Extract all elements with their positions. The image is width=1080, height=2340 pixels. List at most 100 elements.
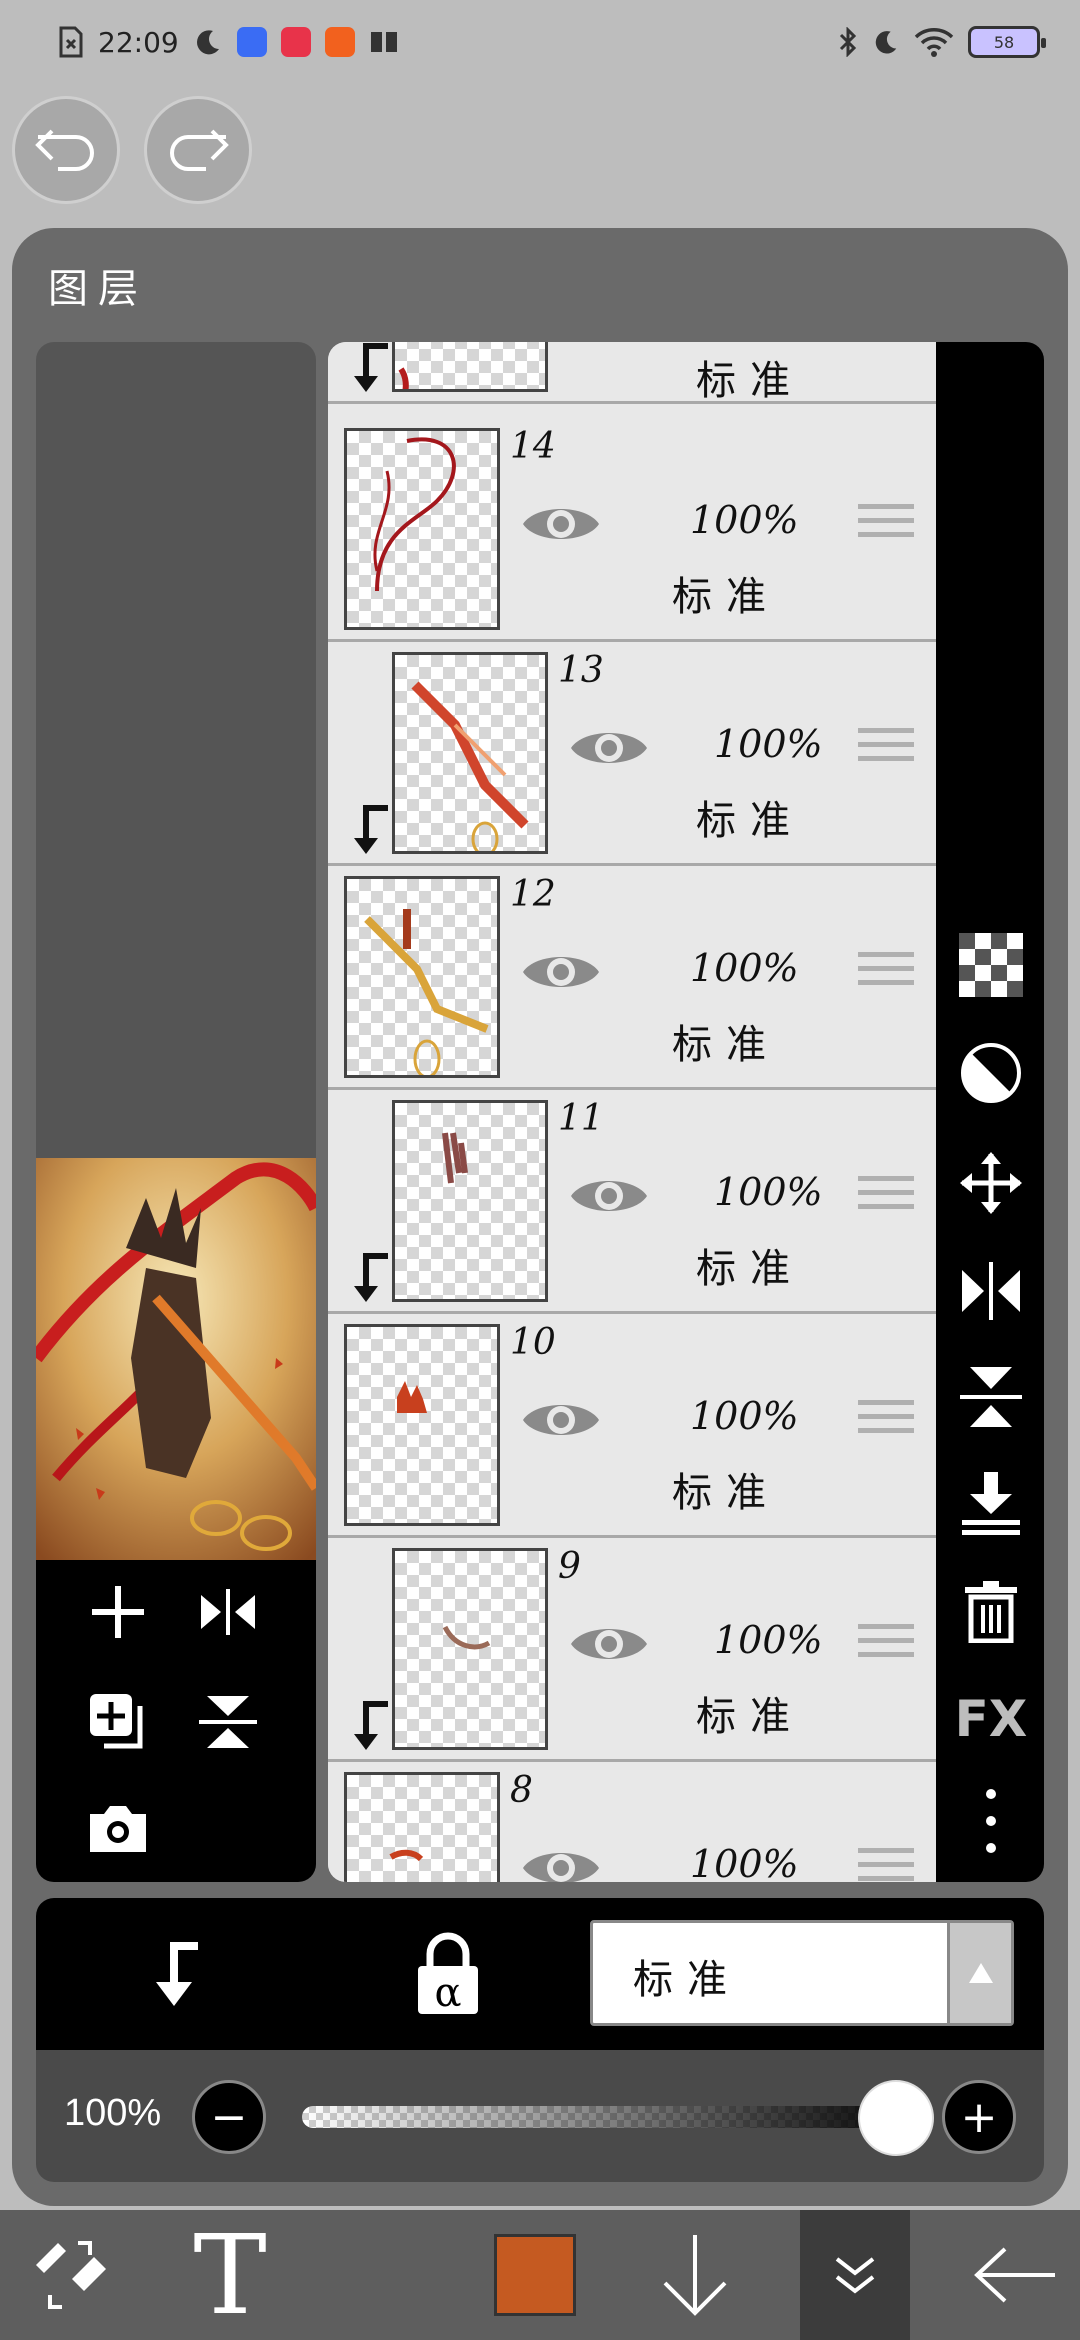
dnd-moon-icon <box>875 31 897 54</box>
layer-thumbnail[interactable] <box>344 428 500 630</box>
current-color-swatch <box>494 2234 576 2316</box>
layer-thumbnail[interactable] <box>344 876 500 1078</box>
visibility-eye-icon[interactable] <box>520 1840 602 1882</box>
delete-layer-button[interactable] <box>958 1578 1024 1644</box>
checker-icon <box>959 933 1023 997</box>
flip-horizontal-icon <box>201 1589 255 1635</box>
redo-button[interactable] <box>144 96 252 204</box>
layers-panel-toggle-button[interactable] <box>800 2210 910 2340</box>
layer-row[interactable]: 10 100% 标准 <box>328 1314 936 1538</box>
layer-opacity: 100% <box>690 946 799 990</box>
move-button[interactable] <box>958 1150 1024 1216</box>
drag-handle-icon[interactable] <box>858 504 914 552</box>
layer-list[interactable]: 标准 14 100% 标准 13 100% 标准 12 100% 标准 11 1… <box>328 342 936 1882</box>
undo-button[interactable] <box>12 96 120 204</box>
layer-row[interactable]: 13 100% 标准 <box>328 642 936 866</box>
drag-handle-icon[interactable] <box>858 1176 914 1224</box>
visibility-eye-icon[interactable] <box>568 1168 650 1224</box>
clipping-arrow-icon <box>354 343 388 392</box>
move-icon <box>960 1152 1022 1214</box>
orange-app-icon <box>324 27 355 57</box>
baidu-app-icon <box>236 27 267 57</box>
layer-thumbnail[interactable] <box>392 342 548 392</box>
layer-row[interactable]: 标准 <box>328 342 936 404</box>
copy-layer-button[interactable] <box>80 1684 156 1760</box>
clipping-arrow-icon <box>354 1253 388 1302</box>
layer-number: 8 <box>510 1770 533 1811</box>
duplicate-icon <box>90 1694 143 1749</box>
fx-icon: FX <box>954 1690 1028 1748</box>
opacity-decrease-button[interactable]: − <box>192 2080 266 2154</box>
fx-button[interactable]: FX <box>955 1686 1028 1752</box>
alpha-lock-icon: α <box>418 1932 478 2016</box>
canvas-preview-image[interactable] <box>36 1158 316 1560</box>
dropdown-arrow-icon[interactable] <box>947 1923 1011 2023</box>
download-button[interactable] <box>650 2210 740 2340</box>
layer-row[interactable]: 11 100% 标准 <box>328 1090 936 1314</box>
drag-handle-icon[interactable] <box>858 1400 914 1448</box>
flip-horizontal-icon <box>962 1262 1020 1320</box>
flip-vertical-icon <box>199 1696 257 1748</box>
visibility-eye-icon[interactable] <box>568 720 650 776</box>
layer-blend-mode: 标准 <box>672 1470 780 1516</box>
visibility-eye-icon[interactable] <box>568 1616 650 1672</box>
layer-opacity: 100% <box>690 1394 799 1438</box>
layer-tools-sidebar: FX <box>936 342 1044 1882</box>
color-picker-button[interactable] <box>490 2210 580 2340</box>
opacity-increase-button[interactable]: + <box>942 2080 1016 2154</box>
blend-mode-select[interactable]: 标准 <box>590 1920 1014 2026</box>
layer-row[interactable]: 12 100% 标准 <box>328 866 936 1090</box>
flip-horizontal-button[interactable] <box>958 1258 1024 1324</box>
layer-thumbnail[interactable] <box>344 1324 500 1526</box>
layer-thumbnail[interactable] <box>392 1548 548 1750</box>
layer-opacity: 100% <box>714 1170 823 1214</box>
camera-button[interactable] <box>80 1790 156 1866</box>
drag-handle-icon[interactable] <box>858 1848 914 1882</box>
invert-button[interactable] <box>958 1040 1024 1106</box>
red-app-icon <box>280 27 311 57</box>
layer-thumbnail[interactable] <box>392 652 548 854</box>
drag-handle-icon[interactable] <box>858 728 914 776</box>
flip-layer-horizontal-button[interactable] <box>190 1574 266 1650</box>
text-tool-button[interactable]: T <box>170 2210 290 2340</box>
drag-handle-icon[interactable] <box>858 952 914 1000</box>
visibility-eye-icon[interactable] <box>520 944 602 1000</box>
layer-opacity: 100% <box>690 1842 799 1882</box>
opacity-slider-thumb[interactable] <box>860 2082 932 2154</box>
blend-mode-value: 标准 <box>633 1957 741 2003</box>
clipping-arrow-icon <box>354 1701 388 1750</box>
drag-handle-icon[interactable] <box>858 1624 914 1672</box>
visibility-eye-icon[interactable] <box>520 496 602 552</box>
more-options-button[interactable] <box>958 1788 1024 1854</box>
layer-row[interactable]: 9 100% 标准 <box>328 1538 936 1762</box>
back-button[interactable] <box>960 2210 1070 2340</box>
layer-opacity: 100% <box>714 722 823 766</box>
battery-indicator: 58 <box>968 26 1046 58</box>
clipping-button[interactable] <box>136 1936 212 2012</box>
layer-blend-mode: 标准 <box>696 358 804 404</box>
layer-number: 10 <box>510 1322 556 1363</box>
layer-blend-mode: 标准 <box>696 1694 804 1740</box>
double-chevron-down-icon <box>835 2257 875 2294</box>
opacity-slider[interactable] <box>302 2106 922 2128</box>
camera-icon <box>90 1806 146 1852</box>
arrow-down-icon <box>663 2235 727 2316</box>
merge-down-button[interactable] <box>958 1470 1024 1536</box>
flip-layer-vertical-button[interactable] <box>190 1684 266 1760</box>
layer-thumbnail[interactable] <box>392 1100 548 1302</box>
text-tool-icon: T <box>193 2211 267 2339</box>
layer-opacity: 100% <box>714 1618 823 1662</box>
transparency-button[interactable] <box>958 932 1024 998</box>
moon-icon <box>196 30 219 55</box>
flip-vertical-button[interactable] <box>958 1364 1024 1430</box>
layer-thumbnail[interactable] <box>344 1772 500 1882</box>
add-layer-button[interactable] <box>80 1574 156 1650</box>
layer-number: 12 <box>510 874 556 915</box>
alpha-lock-button[interactable]: α <box>410 1932 486 2018</box>
layer-row[interactable]: 8 100% <box>328 1762 936 1882</box>
undo-icon <box>35 129 94 171</box>
battery-level: 58 <box>993 32 1015 52</box>
tool-switch-button[interactable] <box>20 2210 120 2340</box>
visibility-eye-icon[interactable] <box>520 1392 602 1448</box>
layer-row[interactable]: 14 100% 标准 <box>328 418 936 642</box>
